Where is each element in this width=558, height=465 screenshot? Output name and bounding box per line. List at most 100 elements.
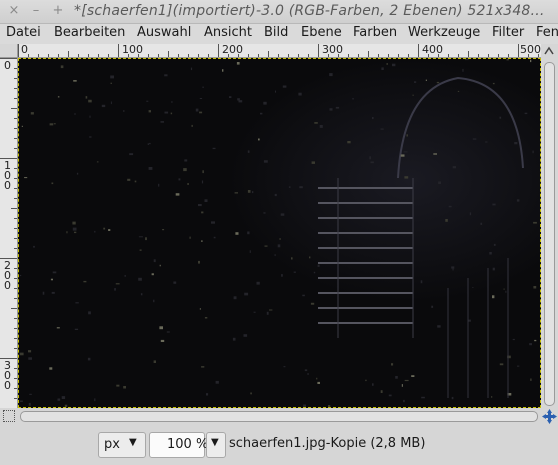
foliage-speck	[380, 128, 384, 130]
foliage-speck	[414, 81, 417, 83]
foliage-speck	[232, 337, 236, 341]
foliage-speck	[335, 106, 340, 109]
vertical-ruler[interactable]: 0 100 200 300	[0, 58, 18, 408]
foliage-speck	[199, 111, 203, 114]
foliage-speck	[110, 82, 112, 84]
foliage-speck	[288, 186, 291, 188]
foliage-speck	[465, 58, 469, 61]
close-icon[interactable]: ×	[6, 3, 22, 19]
menu-farben[interactable]: Farben	[353, 25, 397, 40]
ruler-label: 300	[322, 44, 343, 56]
quick-mask-icon[interactable]	[3, 410, 15, 422]
foliage-speck	[236, 62, 240, 65]
foliage-speck	[33, 245, 35, 248]
foliage-speck	[139, 249, 142, 251]
foliage-speck	[146, 100, 149, 102]
foliage-speck	[263, 212, 266, 214]
foliage-speck	[401, 384, 403, 387]
foliage-speck	[260, 112, 263, 115]
foliage-speck	[282, 85, 287, 88]
zoom-value: 100 %	[167, 437, 209, 452]
maximize-icon[interactable]: +	[50, 3, 66, 19]
foliage-speck	[530, 59, 532, 63]
foliage-speck	[437, 325, 441, 328]
ruler-label: 100	[122, 44, 143, 56]
foliage-speck	[370, 161, 374, 164]
foliage-speck	[30, 112, 34, 115]
foliage-speck	[73, 80, 77, 82]
minimize-icon[interactable]: –	[28, 3, 44, 19]
menu-filter[interactable]: Filter	[492, 25, 524, 40]
foliage-speck	[403, 151, 408, 153]
foliage-speck	[469, 212, 472, 216]
triangle-down-icon[interactable]: ▼	[129, 437, 137, 448]
foliage-speck	[329, 73, 333, 77]
foliage-speck	[491, 396, 493, 398]
foliage-speck	[140, 293, 143, 296]
foliage-speck	[184, 159, 188, 162]
menu-fenster[interactable]: Fen	[536, 25, 558, 40]
foliage-speck	[129, 153, 134, 156]
foliage-speck	[452, 166, 456, 169]
triangle-down-icon[interactable]: ▼	[211, 437, 219, 448]
menu-ebene[interactable]: Ebene	[301, 25, 342, 40]
foliage-speck	[489, 252, 492, 255]
foliage-speck	[187, 183, 189, 185]
menu-werkzeuge[interactable]: Werkzeuge	[408, 25, 480, 40]
foliage-speck	[307, 373, 309, 375]
foliage-speck	[247, 150, 250, 153]
foliage-speck	[298, 92, 302, 96]
foliage-speck	[530, 378, 532, 381]
foliage-speck	[395, 376, 398, 379]
menu-ansicht[interactable]: Ansicht	[204, 25, 252, 40]
foliage-speck	[533, 286, 537, 289]
foliage-speck	[171, 101, 173, 103]
foliage-speck	[532, 150, 534, 154]
menu-auswahl[interactable]: Auswahl	[137, 25, 191, 40]
foliage-speck	[212, 147, 216, 150]
ruler-corner[interactable]	[0, 44, 18, 58]
foliage-speck	[517, 365, 520, 367]
foliage-speck	[329, 108, 333, 111]
ruler-label: 0	[21, 44, 28, 56]
foliage-speck	[275, 90, 276, 93]
horizontal-scrollbar[interactable]	[20, 411, 538, 422]
vertical-scrollbar[interactable]	[544, 62, 555, 406]
menu-bild[interactable]: Bild	[264, 25, 288, 40]
menu-bearbeiten[interactable]: Bearbeiten	[54, 25, 125, 40]
foliage-speck	[110, 101, 112, 105]
foliage-speck	[42, 291, 45, 295]
ruler-label: 300	[4, 359, 11, 392]
foliage-speck	[406, 134, 408, 137]
foliage-speck	[283, 366, 286, 368]
menu-datei[interactable]: Datei	[6, 25, 41, 40]
ruler-label: 500	[520, 44, 541, 56]
foliage-speck	[72, 221, 76, 225]
foliage-speck	[57, 398, 61, 401]
image-canvas[interactable]	[18, 58, 541, 408]
foliage-speck	[485, 141, 488, 143]
ruler-label: 200	[4, 259, 11, 292]
foliage-speck	[213, 236, 216, 239]
foliage-speck	[372, 117, 374, 120]
zoom-to-window-icon[interactable]	[541, 44, 558, 58]
foliage-speck	[291, 257, 293, 260]
foliage-speck	[83, 280, 87, 283]
foliage-speck	[204, 317, 208, 319]
horizontal-ruler-ticks	[18, 44, 539, 57]
foliage-speck	[380, 390, 383, 393]
foliage-speck	[234, 192, 238, 194]
foliage-speck	[148, 167, 153, 170]
foliage-speck	[493, 243, 496, 246]
foliage-speck	[503, 288, 505, 290]
foliage-speck	[253, 311, 256, 313]
foliage-speck	[512, 338, 515, 341]
navigate-icon[interactable]	[541, 408, 558, 425]
ruler-label: 200	[222, 44, 243, 56]
foliage-speck	[96, 161, 99, 163]
horizontal-ruler[interactable]: 0 100 200 300 400 500	[18, 44, 541, 58]
foliage-speck	[302, 294, 305, 297]
foliage-speck	[24, 177, 28, 179]
foliage-speck	[201, 211, 204, 214]
foliage-speck	[175, 193, 180, 196]
